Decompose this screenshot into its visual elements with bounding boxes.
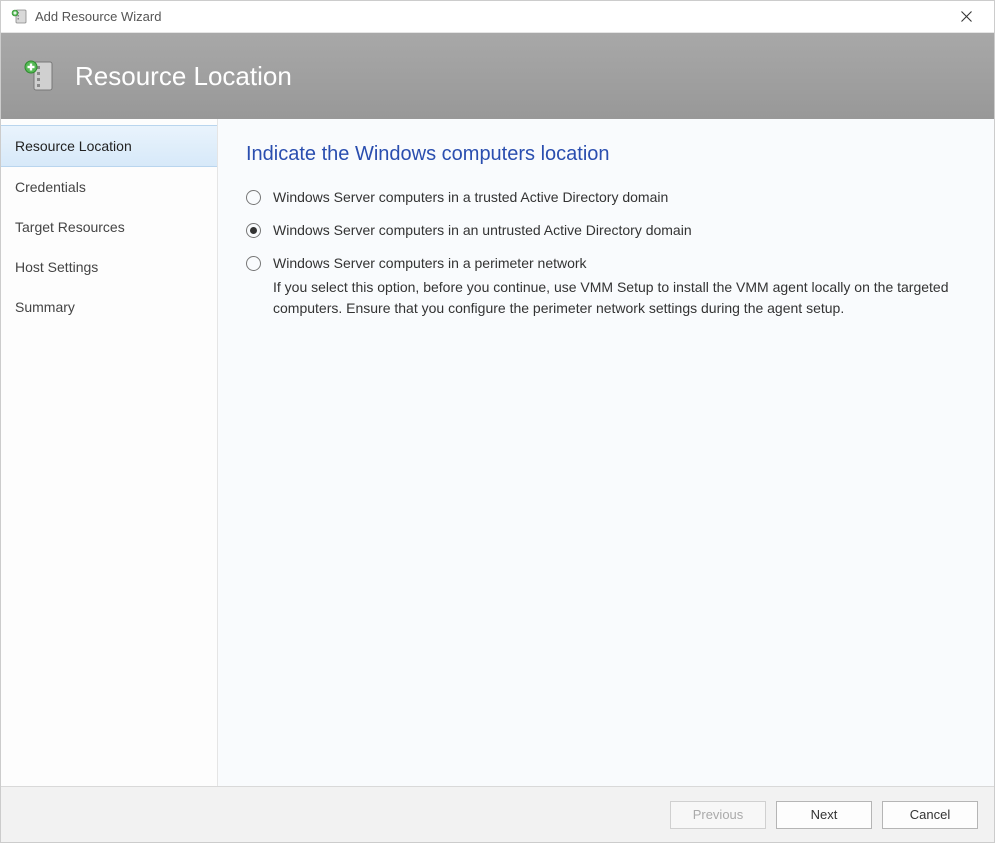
sidebar-step-resource-location[interactable]: Resource Location [1, 125, 217, 167]
main-panel: Indicate the Windows computers location … [218, 119, 994, 786]
main-heading: Indicate the Windows computers location [246, 143, 964, 166]
button-label: Next [811, 807, 838, 822]
cancel-button[interactable]: Cancel [882, 801, 978, 829]
sidebar-step-credentials[interactable]: Credentials [1, 167, 217, 207]
option-untrusted-domain[interactable]: Windows Server computers in an untrusted… [246, 221, 964, 238]
wizard-sidebar: Resource Location Credentials Target Res… [1, 119, 218, 786]
sidebar-step-target-resources[interactable]: Target Resources [1, 207, 217, 247]
sidebar-step-label: Credentials [15, 179, 86, 195]
wizard-footer: Previous Next Cancel [1, 786, 994, 842]
banner-title: Resource Location [75, 61, 292, 92]
option-trusted-domain[interactable]: Windows Server computers in a trusted Ac… [246, 188, 964, 205]
sidebar-step-label: Host Settings [15, 259, 98, 275]
sidebar-step-label: Resource Location [15, 138, 132, 154]
radio-icon[interactable] [246, 256, 261, 271]
sidebar-step-host-settings[interactable]: Host Settings [1, 247, 217, 287]
sidebar-step-label: Target Resources [15, 219, 125, 235]
option-perimeter-network[interactable]: Windows Server computers in a perimeter … [246, 254, 964, 271]
radio-icon[interactable] [246, 223, 261, 238]
perimeter-hint-text: If you select this option, before you co… [273, 277, 964, 319]
option-label: Windows Server computers in an untrusted… [273, 221, 692, 238]
server-add-icon [23, 59, 57, 93]
close-button[interactable] [946, 1, 986, 33]
sidebar-step-label: Summary [15, 299, 75, 315]
next-button[interactable]: Next [776, 801, 872, 829]
app-icon [11, 9, 27, 25]
option-label: Windows Server computers in a perimeter … [273, 254, 587, 271]
radio-icon[interactable] [246, 190, 261, 205]
option-label: Windows Server computers in a trusted Ac… [273, 188, 668, 205]
content-area: Resource Location Credentials Target Res… [1, 119, 994, 786]
sidebar-step-summary[interactable]: Summary [1, 287, 217, 327]
previous-button: Previous [670, 801, 766, 829]
window-title: Add Resource Wizard [35, 9, 946, 24]
button-label: Previous [693, 807, 744, 822]
titlebar: Add Resource Wizard [1, 1, 994, 33]
banner: Resource Location [1, 33, 994, 119]
button-label: Cancel [910, 807, 950, 822]
